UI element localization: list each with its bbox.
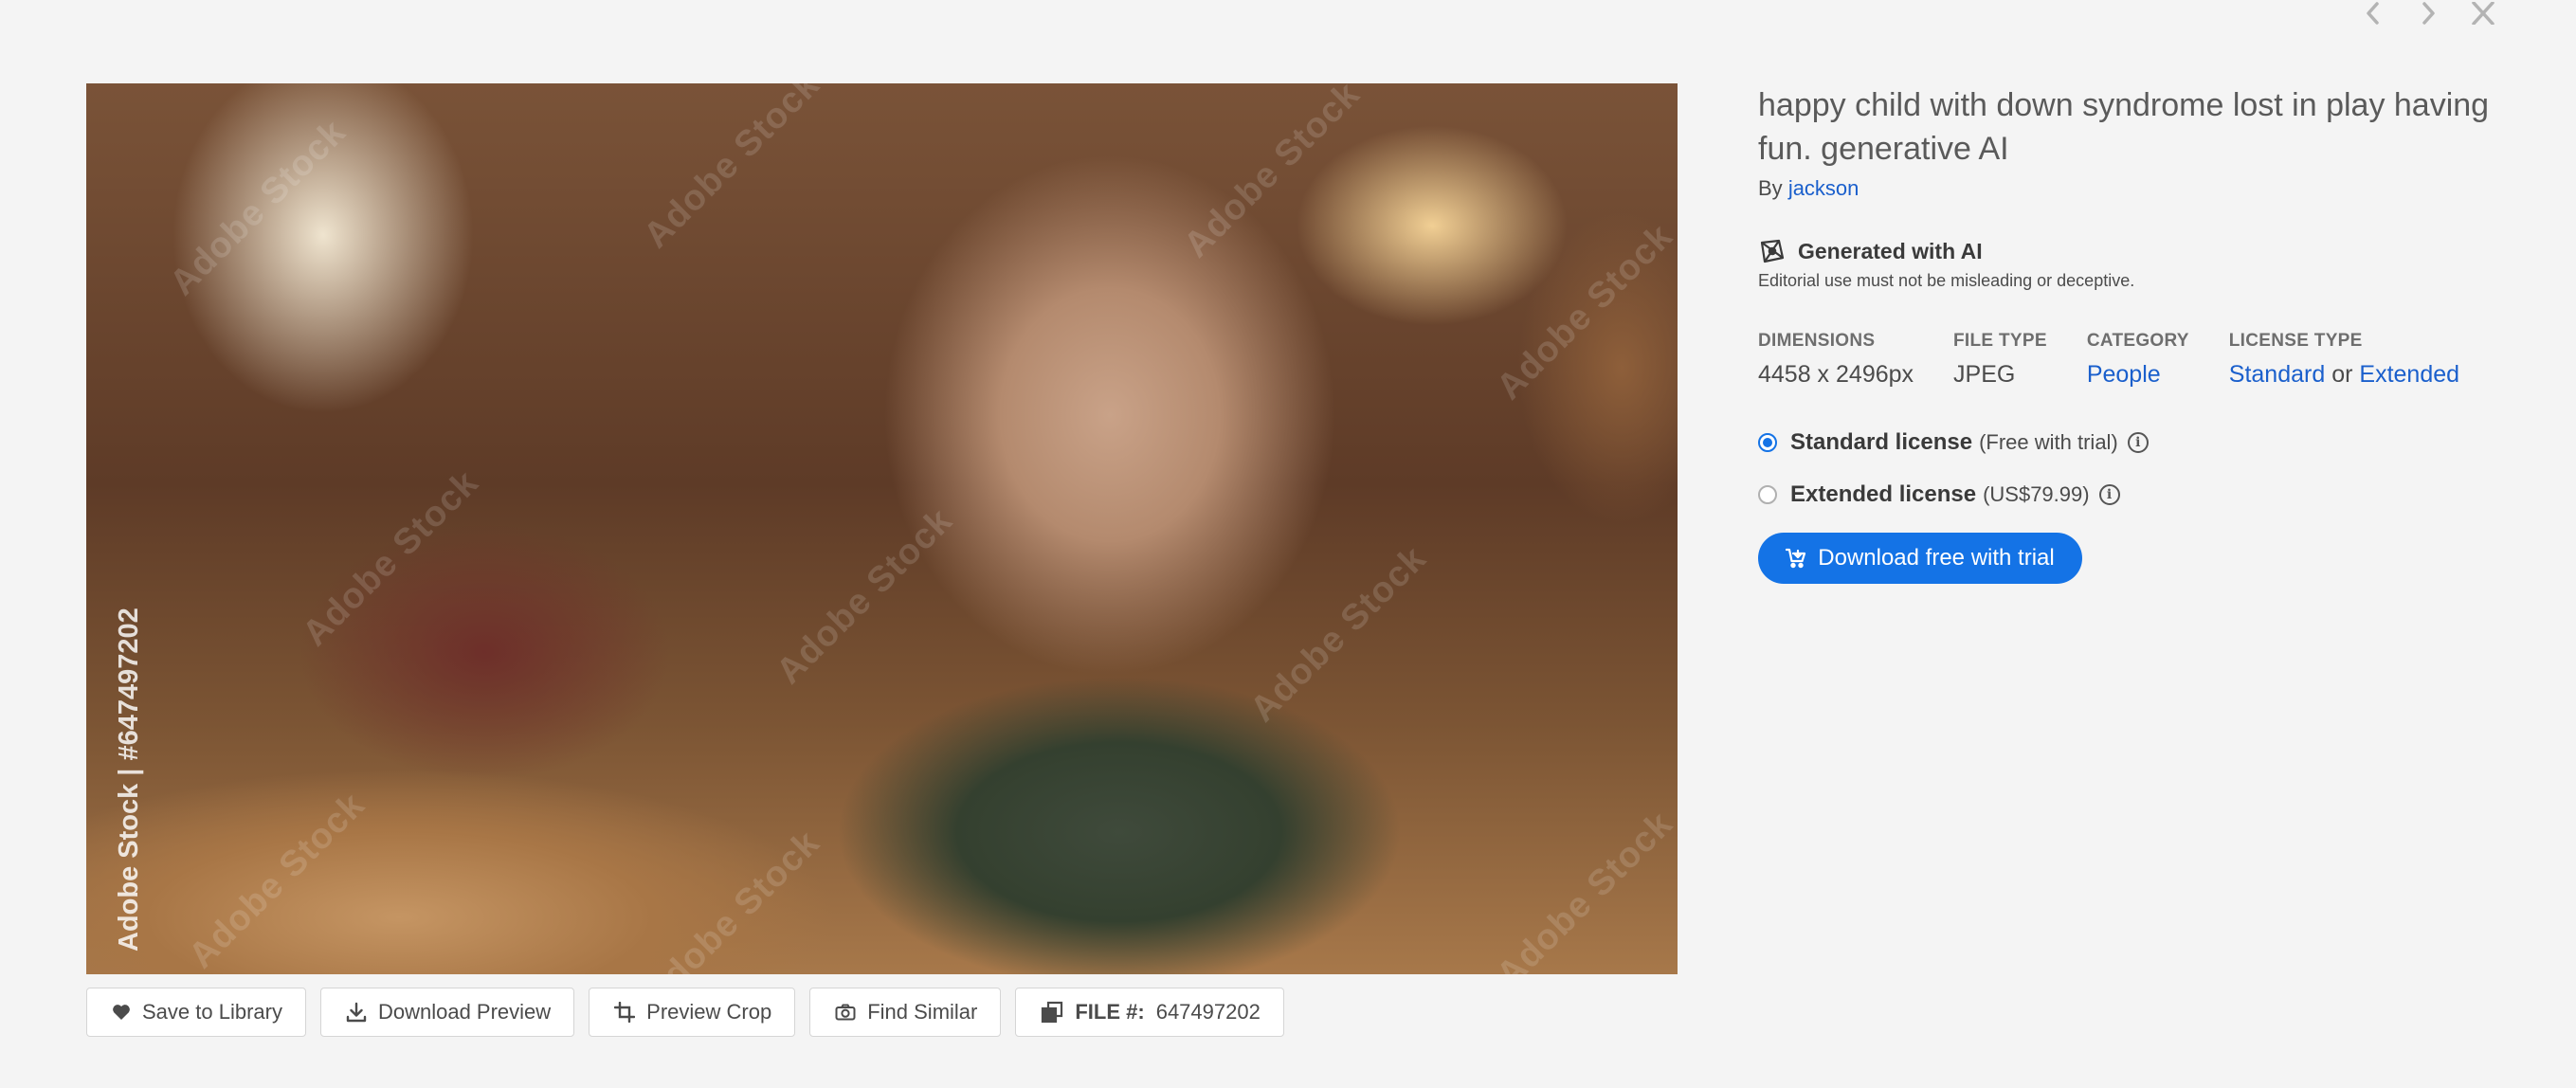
dimensions-heading: DIMENSIONS: [1758, 331, 1876, 351]
watermark: Adobe Stock: [181, 785, 373, 974]
license-type-column: LICENSE TYPE Standard or Extended: [2229, 331, 2459, 389]
ai-note: Editorial use must not be misleading or …: [1758, 271, 2135, 290]
category-link[interactable]: People: [2087, 361, 2161, 388]
standard-license-price: (Free with trial): [1979, 430, 2118, 454]
copy-icon: [1042, 1001, 1063, 1024]
watermark: Adobe Stock: [1489, 804, 1678, 974]
file-number-badge[interactable]: FILE #: 647497202: [1015, 988, 1284, 1037]
download-free-trial-label: Download free with trial: [1818, 545, 2055, 571]
download-preview-label: Download Preview: [377, 1000, 552, 1024]
watermark: Adobe Stock: [295, 462, 487, 654]
info-icon[interactable]: i: [2127, 432, 2149, 453]
standard-license-radio[interactable]: [1758, 433, 1777, 452]
author-line: By jackson: [1758, 176, 2516, 201]
generative-ai-icon: [1760, 239, 1785, 263]
category-heading: CATEGORY: [2086, 331, 2189, 351]
ai-disclosure: Generated with AI Editorial use must not…: [1758, 237, 2516, 291]
find-similar-label: Find Similar: [867, 1000, 978, 1024]
watermark: Adobe Stock: [636, 83, 828, 256]
file-type-column: FILE TYPE JPEG: [1953, 331, 2047, 389]
info-icon[interactable]: i: [2098, 484, 2120, 505]
extended-license-name: Extended license: [1790, 481, 1977, 507]
download-icon: [346, 1002, 367, 1023]
author-link[interactable]: jackson: [1788, 176, 1859, 200]
next-button[interactable]: [2415, 0, 2441, 27]
watermark: Adobe Stock: [162, 112, 354, 303]
watermark: Adobe Stock: [636, 823, 828, 974]
chevron-right-icon: [2422, 2, 2435, 25]
file-number-value: 647497202: [1155, 1000, 1261, 1024]
dimensions-value: 4458 x 2496px: [1758, 361, 1914, 388]
preview-crop-button[interactable]: Preview Crop: [589, 988, 796, 1037]
extended-license-price: (US$79.99): [1983, 482, 2090, 506]
standard-license-option[interactable]: Standard license (Free with trial) i: [1758, 428, 2516, 457]
license-options: Standard license (Free with trial) i Ext…: [1758, 428, 2516, 509]
image-side-watermark: Adobe Stock | #647497202: [114, 607, 144, 952]
license-type-heading: LICENSE TYPE: [2228, 331, 2363, 351]
camera-icon: [835, 1004, 856, 1021]
file-type-heading: FILE TYPE: [1953, 331, 2047, 351]
preview-crop-label: Preview Crop: [646, 1000, 772, 1024]
previous-button[interactable]: [2360, 0, 2386, 27]
image-preview[interactable]: Adobe Stock Adobe Stock Adobe Stock Adob…: [86, 83, 1678, 974]
heart-icon: [113, 1005, 130, 1020]
save-to-library-label: Save to Library: [142, 1000, 282, 1024]
asset-metadata: DIMENSIONS 4458 x 2496px FILE TYPE JPEG …: [1758, 331, 2516, 389]
extended-license-link[interactable]: Extended: [2359, 361, 2459, 388]
asset-details-panel: happy child with down syndrome lost in p…: [1758, 83, 2516, 584]
download-free-trial-button[interactable]: Download free with trial: [1758, 533, 2082, 584]
extended-license-option[interactable]: Extended license (US$79.99) i: [1758, 481, 2516, 509]
close-icon: [2472, 2, 2494, 25]
extended-license-radio[interactable]: [1758, 485, 1777, 504]
viewer-nav: [2360, 0, 2496, 27]
by-prefix: By: [1758, 176, 1783, 200]
save-to-library-button[interactable]: Save to Library: [86, 988, 306, 1037]
file-number-label: FILE #:: [1075, 1000, 1145, 1024]
close-button[interactable]: [2470, 0, 2496, 27]
watermark: Adobe Stock: [1243, 538, 1435, 730]
watermark: Adobe Stock: [1489, 216, 1678, 408]
standard-license-link[interactable]: Standard: [2229, 361, 2325, 388]
watermark: Adobe Stock: [769, 500, 961, 692]
image-action-bar: Save to Library Download Preview Preview…: [86, 988, 1284, 1037]
chevron-left-icon: [2367, 2, 2379, 25]
crop-icon: [614, 1002, 636, 1023]
asset-title: happy child with down syndrome lost in p…: [1758, 87, 2490, 167]
download-preview-button[interactable]: Download Preview: [319, 988, 575, 1037]
standard-license-name: Standard license: [1790, 429, 1973, 455]
license-or-text: or: [2331, 361, 2353, 388]
watermark: Adobe Stock: [1176, 83, 1369, 265]
category-column: CATEGORY People: [2087, 331, 2189, 389]
dimensions-column: DIMENSIONS 4458 x 2496px: [1758, 331, 1914, 389]
cart-icon: [1786, 548, 1806, 569]
find-similar-button[interactable]: Find Similar: [809, 988, 1002, 1037]
file-type-value: JPEG: [1953, 361, 2016, 388]
ai-label: Generated with AI: [1798, 238, 1983, 263]
